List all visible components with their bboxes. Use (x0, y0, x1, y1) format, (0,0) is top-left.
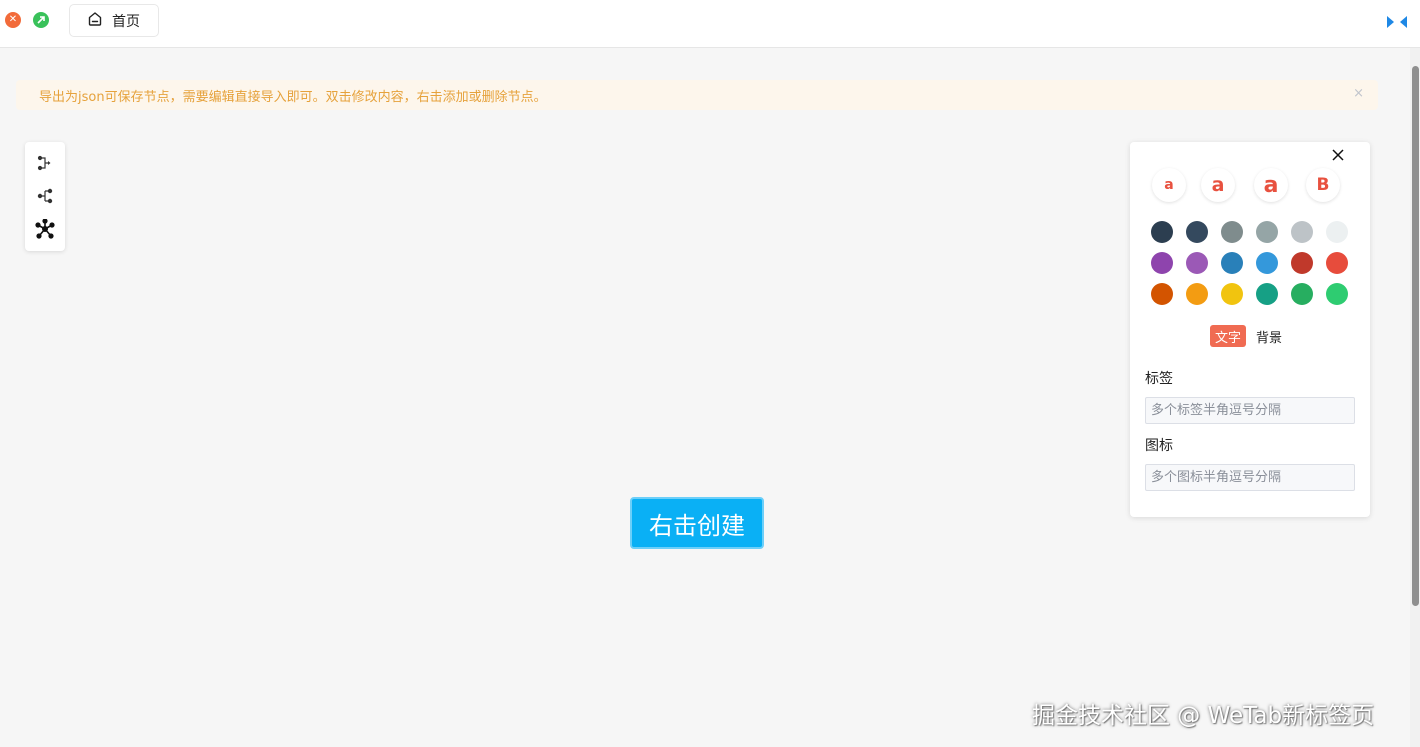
alert-close-icon[interactable]: × (1353, 86, 1364, 101)
color-swatch[interactable] (1326, 221, 1348, 243)
tab-label: 首页 (112, 13, 140, 30)
layout-logical-icon[interactable] (33, 151, 57, 175)
color-swatch[interactable] (1291, 252, 1313, 274)
font-size-large-button[interactable]: a (1254, 168, 1288, 202)
color-swatch[interactable] (1151, 252, 1173, 274)
scrollbar-thumb[interactable] (1412, 66, 1419, 606)
color-swatch[interactable] (1326, 283, 1348, 305)
top-bar: ✕ 首页 (0, 0, 1420, 48)
alert-message: 导出为json可保存节点，需要编辑直接导入即可。双击修改内容，右击添加或删除节点… (39, 89, 547, 105)
color-swatch[interactable] (1221, 252, 1243, 274)
color-swatch[interactable] (1186, 252, 1208, 274)
color-swatch[interactable] (1221, 283, 1243, 305)
color-swatch[interactable] (1291, 283, 1313, 305)
color-swatch[interactable] (1186, 283, 1208, 305)
color-swatch[interactable] (1291, 221, 1313, 243)
tags-input[interactable] (1145, 397, 1355, 424)
watermark: 掘金技术社区 @ WeTab新标签页 (1032, 703, 1375, 729)
home-icon (87, 11, 103, 31)
split-arrows-icon[interactable] (1386, 14, 1408, 33)
tab-home[interactable]: 首页 (69, 4, 159, 37)
expand-circle-icon[interactable] (33, 12, 49, 28)
color-swatch[interactable] (1256, 283, 1278, 305)
color-swatch[interactable] (1186, 221, 1208, 243)
icons-input[interactable] (1145, 464, 1355, 491)
color-swatch[interactable] (1151, 221, 1173, 243)
layout-radial-icon[interactable] (33, 217, 57, 241)
close-icon[interactable] (1331, 147, 1345, 161)
color-target-text[interactable]: 文字 (1210, 325, 1247, 347)
font-bold-button[interactable]: B (1306, 168, 1340, 202)
layout-tree-icon[interactable] (33, 184, 57, 208)
color-target-background[interactable]: 背景 (1256, 327, 1282, 346)
color-swatch[interactable] (1256, 252, 1278, 274)
color-swatch[interactable] (1256, 221, 1278, 243)
color-swatch[interactable] (1221, 221, 1243, 243)
root-node[interactable]: 右击创建 (630, 497, 764, 549)
icons-label: 图标 (1145, 438, 1173, 454)
font-size-small-button[interactable]: a (1152, 168, 1186, 202)
color-swatch[interactable] (1151, 283, 1173, 305)
font-size-medium-button[interactable]: a (1201, 168, 1235, 202)
layout-toolbar (25, 142, 65, 251)
color-target-switch: 文字 背景 (1210, 325, 1295, 347)
color-swatch[interactable] (1326, 252, 1348, 274)
close-circle-icon[interactable]: ✕ (5, 12, 21, 28)
style-panel: a a a B 文字 背景 标签 图标 (1130, 142, 1370, 517)
tags-label: 标签 (1145, 371, 1173, 387)
info-alert: 导出为json可保存节点，需要编辑直接导入即可。双击修改内容，右击添加或删除节点… (16, 80, 1378, 110)
